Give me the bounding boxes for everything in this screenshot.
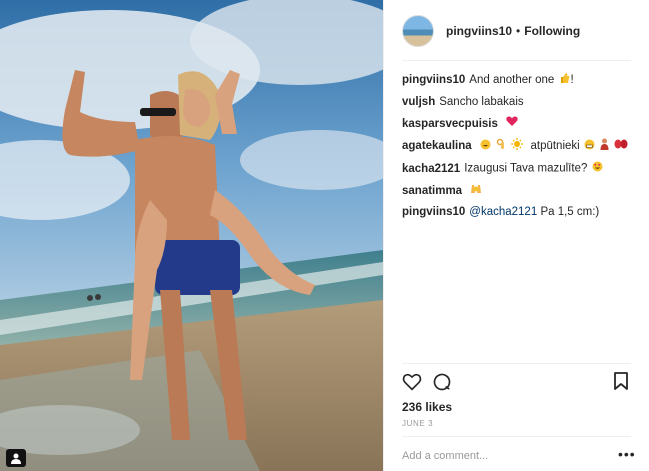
comment-username[interactable]: kasparsvecpuisis <box>402 118 498 130</box>
instagram-post: pingviins10 • Following pingviins10 And a… <box>0 0 649 471</box>
comment-mention[interactable]: @kacha2121 <box>469 206 537 218</box>
divider <box>402 60 631 61</box>
comment-username[interactable]: kacha2121 <box>402 163 460 175</box>
comment-trailing: ! <box>570 74 574 87</box>
action-bar <box>402 372 462 397</box>
divider <box>402 363 631 364</box>
thumbs-up-icon <box>559 72 570 88</box>
heart-eyes-face-icon <box>592 161 603 176</box>
more-options-button[interactable]: ••• <box>618 446 636 462</box>
following-button[interactable]: Following <box>524 24 580 38</box>
heart-outline-icon[interactable] <box>402 373 422 396</box>
comment-item: agatekaulina atpūtnieki <box>402 138 637 154</box>
grimace-face-icon <box>584 139 595 154</box>
comment-text: And another one <box>469 74 555 87</box>
comment-username[interactable]: pingviins10 <box>402 206 465 218</box>
comment-text: Sancho labakais <box>439 96 524 108</box>
comment-username[interactable]: vuljsh <box>402 96 435 108</box>
red-heart-icon <box>506 116 518 131</box>
comment-item: sanatimma <box>402 183 637 198</box>
flip-flops-icon <box>614 139 628 153</box>
avatar[interactable] <box>402 15 434 47</box>
comment-text: atpūtnieki <box>530 140 580 153</box>
comment-item: pingviins10 @kacha2121 Pa 1,5 cm:) <box>402 205 637 219</box>
post-date[interactable]: JUNE 3 <box>402 419 433 428</box>
comment-text: Pa 1,5 cm:) <box>540 206 600 218</box>
likes-count[interactable]: 236 likes <box>402 400 452 414</box>
raising-hands-icon <box>470 183 482 198</box>
add-comment-input[interactable]: Add a comment... <box>402 450 602 462</box>
person-icon <box>600 138 609 154</box>
comment-item: kacha2121 Izaugusi Tava mazulīte? <box>402 161 637 176</box>
post-photo[interactable] <box>0 0 383 471</box>
divider <box>402 436 631 437</box>
bookmark-icon[interactable] <box>613 372 629 395</box>
comment-item: pingviins10 And another one ! <box>402 72 637 88</box>
grinning-face-icon <box>480 139 491 154</box>
comment-text: Izaugusi Tava mazulīte? <box>464 162 588 175</box>
sun-icon <box>511 138 524 154</box>
comment-username[interactable]: agatekaulina <box>402 140 472 152</box>
ok-hand-icon <box>496 138 506 154</box>
comment-item: vuljsh Sancho labakais <box>402 95 637 109</box>
header-separator: • <box>516 24 521 38</box>
post-header: pingviins10 • Following <box>402 14 580 48</box>
comment-username[interactable]: pingviins10 <box>402 74 465 86</box>
comments-list: pingviins10 And another one ! vuljsh Sanch… <box>402 72 637 226</box>
comment-item: kasparsvecpuisis <box>402 116 637 131</box>
speech-bubble-icon[interactable] <box>432 372 452 397</box>
header-username[interactable]: pingviins10 <box>446 24 512 38</box>
comment-username[interactable]: sanatimma <box>402 185 462 197</box>
person-tag-icon[interactable] <box>6 449 26 467</box>
post-side-panel: pingviins10 • Following pingviins10 And a… <box>383 0 649 471</box>
